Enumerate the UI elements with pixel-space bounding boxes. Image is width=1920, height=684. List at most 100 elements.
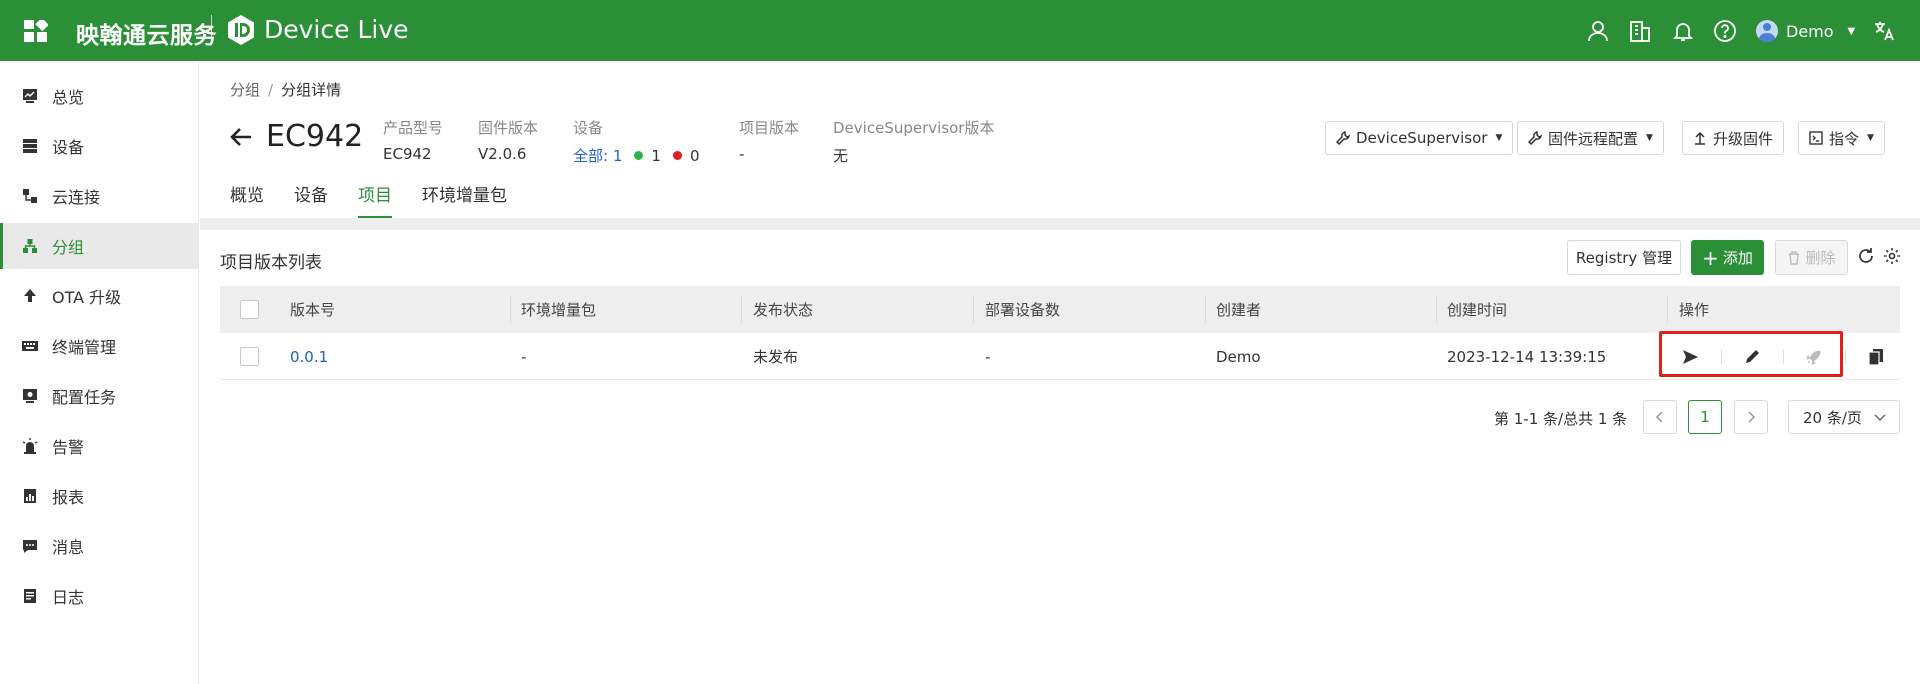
building-icon[interactable] xyxy=(1628,19,1652,43)
avatar xyxy=(1756,20,1778,42)
rocket-icon[interactable] xyxy=(1804,347,1824,367)
version-link[interactable]: 0.0.1 xyxy=(290,333,328,380)
device-counts: 全部: 1 1 0 xyxy=(573,145,699,166)
add-button[interactable]: + 添加 xyxy=(1691,240,1764,275)
sidebar: 总览 设备 云连接 分组 OTA 升级 终端管理 配置任务 告警 报表 消息 日… xyxy=(0,61,199,684)
tab-projects[interactable]: 项目 xyxy=(358,181,392,219)
meta-ds-version: DeviceSupervisor版本 无 xyxy=(833,117,994,166)
column-divider xyxy=(1667,296,1668,323)
sidebar-item-label: 配置任务 xyxy=(52,388,117,407)
meta-devices: 设备 全部: 1 1 0 xyxy=(573,117,699,166)
top-header: 映翰通云服务 Device Live Demo ▼ xyxy=(0,0,1920,61)
firmware-remote-config-button[interactable]: 固件远程配置 ▼ xyxy=(1517,121,1664,155)
devices-total: 1 xyxy=(612,147,623,165)
sidebar-item-logs[interactable]: 日志 xyxy=(0,573,199,619)
column-header: 部署设备数 xyxy=(985,301,1061,319)
sidebar-item-reports[interactable]: 报表 xyxy=(0,473,199,519)
sidebar-item-groups[interactable]: 分组 xyxy=(0,223,199,269)
upload-arrow-icon xyxy=(1695,131,1705,145)
report-icon xyxy=(24,489,36,503)
button-label: 指令 xyxy=(1829,129,1860,148)
sidebar-item-label: 分组 xyxy=(52,238,85,257)
meta-value: - xyxy=(739,145,745,163)
device-live-logo-icon xyxy=(228,15,254,45)
action-divider xyxy=(1721,349,1722,364)
row-actions xyxy=(1680,333,1907,380)
section-divider xyxy=(200,218,1920,230)
chevron-right-icon xyxy=(1748,411,1756,423)
back-arrow-icon[interactable] xyxy=(230,127,252,147)
breadcrumb-separator: / xyxy=(268,81,274,99)
sidebar-item-messages[interactable]: 消息 xyxy=(0,523,199,569)
breadcrumb-current: 分组详情 xyxy=(281,81,342,99)
meta-label: 产品型号 xyxy=(383,119,444,137)
created-time-cell: 2023-12-14 13:39:15 xyxy=(1447,347,1607,366)
help-icon[interactable] xyxy=(1713,19,1737,43)
caret-down-icon: ▼ xyxy=(1867,133,1874,143)
tab-overview[interactable]: 概览 xyxy=(230,181,264,219)
upgrade-firmware-button[interactable]: 升级固件 xyxy=(1682,121,1785,155)
column-header: 环境增量包 xyxy=(521,301,597,319)
sidebar-item-label: 总览 xyxy=(52,88,85,107)
button-label: DeviceSupervisor xyxy=(1356,129,1488,147)
env-pkg-cell: - xyxy=(521,347,527,366)
user-name: Demo xyxy=(1786,21,1834,41)
sidebar-item-overview[interactable]: 总览 xyxy=(0,73,199,119)
sidebar-item-cloud-connect[interactable]: 云连接 xyxy=(0,173,199,219)
device-supervisor-button[interactable]: DeviceSupervisor ▼ xyxy=(1325,121,1514,155)
sidebar-item-label: 日志 xyxy=(52,588,85,607)
action-divider xyxy=(1783,349,1784,364)
page-size-select[interactable]: 20 条/页 xyxy=(1788,400,1900,434)
sidebar-item-label: 云连接 xyxy=(52,188,101,207)
wrench-icon xyxy=(1336,131,1350,145)
user-icon[interactable] xyxy=(1586,19,1610,43)
creator-cell: Demo xyxy=(1216,347,1261,366)
tab-devices[interactable]: 设备 xyxy=(294,181,328,219)
settings-gear-icon[interactable] xyxy=(1883,247,1901,265)
registry-manage-button[interactable]: Registry 管理 xyxy=(1567,240,1681,275)
select-all-checkbox[interactable] xyxy=(240,300,259,319)
column-header: 创建者 xyxy=(1216,301,1262,319)
next-page-button[interactable] xyxy=(1734,400,1768,434)
log-icon xyxy=(24,589,36,603)
page-number-button[interactable]: 1 xyxy=(1688,400,1722,434)
meta-label: 固件版本 xyxy=(478,119,539,137)
delete-button[interactable]: 删除 xyxy=(1775,240,1848,275)
user-menu[interactable]: Demo ▼ xyxy=(1756,20,1855,42)
message-icon xyxy=(23,540,37,553)
product-name: Device Live xyxy=(264,15,409,44)
tab-env-packages[interactable]: 环境增量包 xyxy=(422,181,507,219)
row-checkbox[interactable] xyxy=(240,347,259,366)
send-icon[interactable] xyxy=(1680,347,1700,367)
prev-page-button[interactable] xyxy=(1643,400,1677,434)
alarm-icon xyxy=(22,438,38,454)
plus-icon: + xyxy=(1702,245,1719,270)
caret-down-icon: ▼ xyxy=(1646,133,1653,143)
edit-pencil-icon[interactable] xyxy=(1742,347,1762,367)
refresh-icon[interactable] xyxy=(1857,247,1875,265)
breadcrumb: 分组 / 分组详情 xyxy=(230,79,341,100)
devices-all-link[interactable]: 全部: 1 xyxy=(573,145,622,166)
sidebar-item-ota[interactable]: OTA 升级 xyxy=(0,273,199,319)
translate-icon[interactable] xyxy=(1872,19,1896,43)
column-header: 版本号 xyxy=(290,301,336,319)
column-divider xyxy=(1436,296,1437,323)
sidebar-item-config-tasks[interactable]: 配置任务 xyxy=(0,373,199,419)
command-button[interactable]: 指令 ▼ xyxy=(1798,121,1885,155)
meta-project-version: 项目版本 - xyxy=(739,117,799,163)
meta-value: 无 xyxy=(833,147,849,165)
sidebar-item-terminal[interactable]: 终端管理 xyxy=(0,323,199,369)
sidebar-item-label: 消息 xyxy=(52,538,85,557)
trash-icon xyxy=(1789,250,1800,265)
meta-label: 设备 xyxy=(573,119,604,137)
sidebar-item-devices[interactable]: 设备 xyxy=(0,123,199,169)
apps-icon[interactable] xyxy=(24,20,48,42)
copy-icon[interactable] xyxy=(1866,347,1886,367)
page-size-value: 20 条/页 xyxy=(1803,408,1862,427)
column-header: 操作 xyxy=(1679,301,1710,319)
button-label: 添加 xyxy=(1722,249,1753,267)
server-icon xyxy=(23,139,37,153)
bell-icon[interactable] xyxy=(1671,19,1695,43)
breadcrumb-parent-link[interactable]: 分组 xyxy=(230,81,260,99)
sidebar-item-alarms[interactable]: 告警 xyxy=(0,423,199,469)
